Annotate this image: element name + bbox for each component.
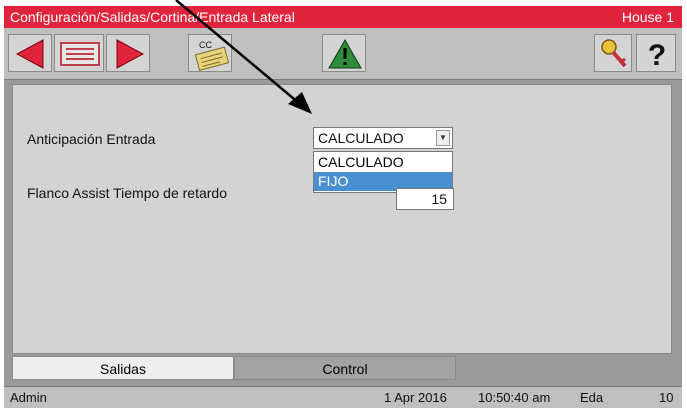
- status-number: 10: [659, 390, 674, 405]
- cc-card-icon: CC: [194, 40, 230, 71]
- app-window: Configuración/Salidas/Cortina/Entrada La…: [4, 6, 682, 408]
- anticipacion-dropdown-list: CALCULADO FIJO: [313, 151, 453, 193]
- cc-card-button[interactable]: CC: [188, 34, 232, 72]
- help-button[interactable]: ?: [636, 34, 676, 72]
- anticipacion-selected-value: CALCULADO: [318, 130, 404, 146]
- breadcrumb-path: Configuración/Salidas/Cortina/Entrada La…: [10, 9, 295, 25]
- chevron-down-icon[interactable]: ▼: [436, 130, 450, 146]
- forward-button[interactable]: [106, 34, 150, 72]
- tab-salidas[interactable]: Salidas: [12, 356, 234, 380]
- title-bar: Configuración/Salidas/Cortina/Entrada La…: [4, 6, 682, 28]
- flanco-label: Flanco Assist Tiempo de retardo: [27, 185, 227, 201]
- flanco-delay-input[interactable]: 15: [396, 188, 454, 210]
- tab-control[interactable]: Control: [234, 356, 456, 380]
- access-key-button[interactable]: [594, 34, 632, 72]
- help-glyph: ?: [648, 39, 666, 72]
- option-calculado[interactable]: CALCULADO: [314, 153, 452, 172]
- cc-label: CC: [199, 40, 212, 50]
- alarm-warning-icon: [328, 38, 362, 69]
- status-user: Admin: [10, 390, 47, 405]
- help-icon: ?: [648, 39, 666, 72]
- alarm-button[interactable]: [322, 34, 366, 72]
- settings-panel: Anticipación Entrada CALCULADO ▼ CALCULA…: [12, 84, 672, 354]
- toolbar: CC ?: [4, 28, 682, 80]
- house-label: House 1: [621, 9, 674, 25]
- status-mode: Eda: [580, 390, 604, 405]
- arrow-right-icon: [116, 39, 145, 69]
- status-date: 1 Apr 2016: [384, 390, 447, 405]
- tab-bar: Salidas Control: [12, 356, 672, 380]
- status-bar: Admin 1 Apr 2016 10:50:40 am Eda 10: [4, 386, 682, 408]
- arrow-left-icon: [15, 39, 44, 69]
- back-button[interactable]: [8, 34, 52, 72]
- program-list-button[interactable]: [54, 34, 104, 72]
- anticipacion-label: Anticipación Entrada: [27, 131, 156, 147]
- anticipacion-select[interactable]: CALCULADO ▼: [313, 127, 453, 149]
- key-icon: [601, 39, 627, 68]
- status-time: 10:50:40 am: [478, 390, 551, 405]
- program-list-icon: [60, 42, 100, 66]
